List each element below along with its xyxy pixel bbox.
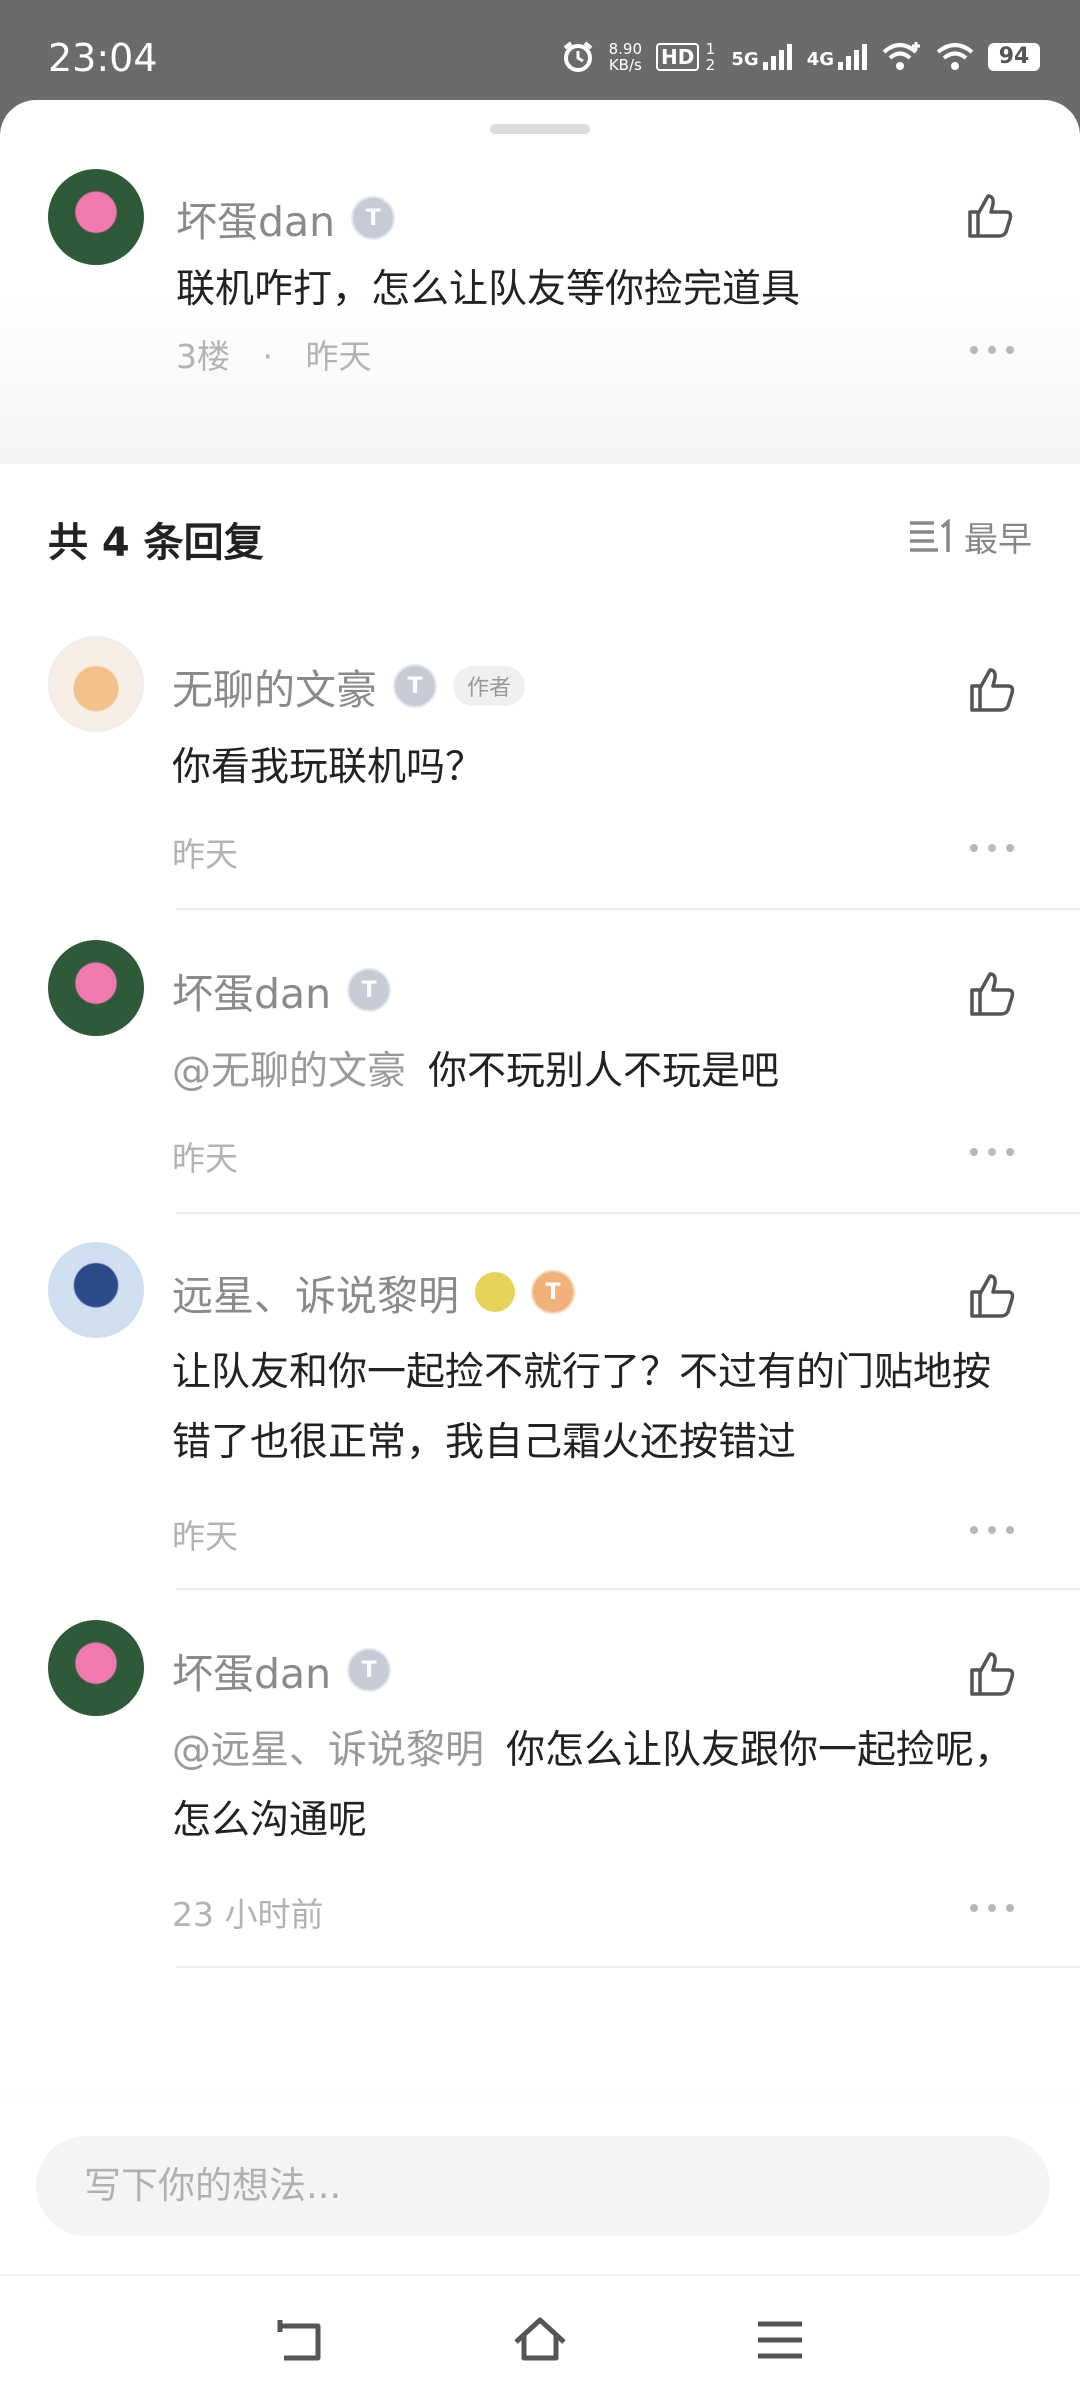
reply-time: 昨天 [172,1517,238,1556]
signal-5g: 5G [731,44,792,70]
main-comment: 坏蛋dan T 联机咋打，怎么让队友等你捡完道具 3楼 · 昨天 [0,160,1080,462]
sheet-drag-handle[interactable] [490,124,590,134]
level-badge: T [347,1648,392,1692]
reply-separator [176,908,1080,910]
thumbs-up-icon[interactable] [966,664,1018,716]
alarm-icon [563,41,592,72]
author-tag: 作者 [453,666,526,706]
net-speed-unit: KB/s [608,56,642,74]
signal-5g-label: 5G [731,49,759,70]
replies-sheet: 坏蛋dan T 联机咋打，怎么让队友等你捡完道具 3楼 · 昨天 共 4 条回复… [0,100,1080,2400]
hd-indicator: HD 1 2 [656,41,717,73]
thumbs-up-icon[interactable] [966,968,1018,1020]
reply-user[interactable]: 坏蛋dan T [172,960,392,1020]
signal-4g: 4G [807,44,868,70]
menu-icon[interactable] [752,2312,808,2368]
username[interactable]: 无聊的文豪 [172,656,377,716]
reply-user[interactable]: 远星、诉说黎明 T [172,1262,575,1322]
reply-user[interactable]: 无聊的文豪 T 作者 [172,656,526,716]
avatar[interactable] [48,169,144,265]
thumbs-up-icon[interactable] [966,1270,1018,1322]
avatar[interactable] [48,636,144,732]
level-badge: T [351,196,396,240]
status-icons: 8.90 KB/s HD 1 2 5G 4G 94 [561,32,1040,82]
username[interactable]: 远星、诉说黎明 [172,1262,459,1322]
reply-time: 23 小时前 [172,1895,324,1934]
more-horizontal-icon[interactable] [970,1148,1014,1160]
avatar[interactable] [48,1620,144,1716]
section-divider [0,462,1080,464]
wifi-icon [936,43,974,70]
more-horizontal-icon[interactable] [970,346,1014,358]
hd-label: HD [656,43,700,71]
more-horizontal-icon[interactable] [970,1904,1014,1916]
home-icon[interactable] [512,2312,568,2368]
net-speed: 8.90 KB/s [609,41,642,73]
reply-separator [176,1212,1080,1214]
reply-body: 你不玩别人不玩是吧 [428,1049,780,1094]
reply-count: 共 4 条回复 [48,520,264,566]
level-badge: T [347,968,392,1012]
net-speed-value: 8.90 [608,40,643,58]
avatar[interactable] [48,1242,144,1338]
more-horizontal-icon[interactable] [970,844,1014,856]
sort-button[interactable]: 最早 [908,512,1032,561]
comment-input[interactable]: 写下你的想法... [36,2136,1050,2236]
battery-indicator: 94 [988,43,1040,71]
reply-text: @无聊的文豪 你不玩别人不玩是吧 [172,1037,1012,1107]
hd-sub: 1 2 [705,40,716,74]
sort-label: 最早 [964,520,1032,560]
wifi-plus-icon [882,42,920,70]
reply-time: 昨天 [172,835,238,874]
decoration-badge-icon [475,1272,515,1312]
meta-dot: · [262,337,274,376]
reply-text: @远星、诉说黎明 你怎么让队友跟你一起捡呢，怎么沟通呢 [172,1716,1022,1856]
comment-meta: 3楼 · 昨天 [176,330,372,378]
floor-label: 3楼 [176,337,230,376]
signal-bars-icon [838,44,867,70]
comment-text: 联机咋打，怎么让队友等你捡完道具 [176,267,801,312]
reply-time: 昨天 [172,1139,238,1178]
reply-text: 你看我玩联机吗？ [172,745,485,790]
level-badge: T [393,664,437,708]
username[interactable]: 坏蛋dan [176,188,335,248]
comment-input-area: 写下你的想法... [0,2100,1080,2290]
level-badge: T [531,1270,575,1314]
username[interactable]: 坏蛋dan [172,960,331,1020]
system-nav-bar [0,2274,1080,2400]
mention-link[interactable]: @远星、诉说黎明 [172,1728,484,1773]
signal-bars-icon [762,44,792,70]
status-time: 23:04 [48,36,158,80]
main-comment-user[interactable]: 坏蛋dan T [176,188,396,248]
comment-time: 昨天 [305,337,372,376]
reply-text: 让队友和你一起捡不就行了？不过有的门贴地按错了也很正常，我自己霜火还按错过 [172,1350,992,1465]
reply-separator [176,1966,1080,1968]
signal-4g-label: 4G [806,49,834,70]
thumbs-up-icon[interactable] [966,1648,1018,1700]
reply-separator [176,1588,1080,1590]
reply-user[interactable]: 坏蛋dan T [172,1640,392,1700]
avatar[interactable] [48,940,144,1036]
thumbs-up-icon[interactable] [964,190,1016,242]
username[interactable]: 坏蛋dan [172,1640,331,1700]
sort-list-icon [910,518,950,552]
more-horizontal-icon[interactable] [970,1526,1014,1538]
mention-link[interactable]: @无聊的文豪 [172,1049,406,1094]
back-icon[interactable] [272,2312,328,2368]
status-bar: 23:04 8.90 KB/s HD 1 2 5G 4G 94 [0,0,1080,110]
